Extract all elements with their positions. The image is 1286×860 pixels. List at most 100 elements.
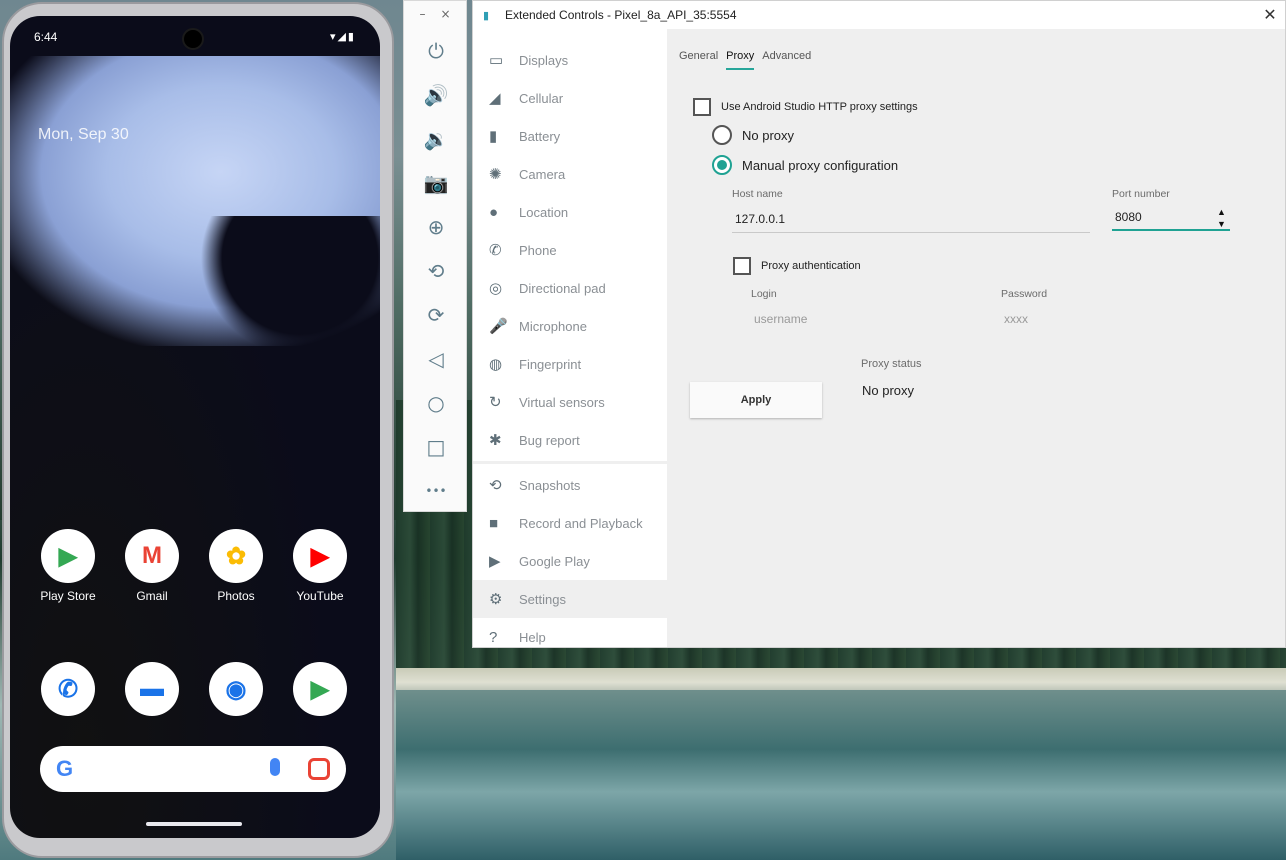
window-titlebar: ▮ Extended Controls - Pixel_8a_API_35:55…: [473, 1, 1285, 29]
app-phone[interactable]: ✆: [28, 662, 108, 722]
cellular-icon: ◢: [489, 90, 501, 107]
sidebar-item-help[interactable]: ? Help: [473, 618, 667, 656]
sidebar-item-fingerprint[interactable]: ◍ Fingerprint: [473, 345, 667, 383]
sidebar-item-microphone[interactable]: 🎤 Microphone: [473, 307, 667, 345]
tab-advanced[interactable]: Advanced: [762, 50, 811, 70]
no-proxy-label: No proxy: [742, 127, 795, 143]
toolbar-close-button[interactable]: ×: [440, 7, 450, 27]
login-label: Login: [751, 288, 777, 300]
wallpaper-shore: [396, 668, 1286, 692]
google-search-bar[interactable]: G: [40, 746, 346, 792]
chrome-icon: ◉: [209, 662, 263, 716]
sidebar-item-bug-report[interactable]: ✱ Bug report: [473, 421, 667, 459]
back-icon[interactable]: ◁: [404, 337, 468, 381]
rotate-left-icon[interactable]: ⟲: [404, 249, 468, 293]
sidebar-item-battery[interactable]: ▮ Battery: [473, 117, 667, 155]
phone-screen[interactable]: 6:44 ▾◢▮ Mon, Sep 30 ▶ Play Store M Gmail ✿ P…: [10, 16, 380, 838]
fingerprint-icon: ◍: [489, 356, 503, 373]
sidebar-item-label: Settings: [519, 591, 566, 607]
login-input[interactable]: username: [751, 307, 951, 333]
youtube-icon: ▶: [293, 529, 347, 583]
window-close-button[interactable]: ✕: [1255, 5, 1285, 25]
photos-icon: ✿: [209, 529, 263, 583]
snapshots-icon: ⟲: [489, 477, 502, 494]
port-stepper[interactable]: ▲ ▼: [1217, 206, 1226, 230]
help-icon: ?: [489, 628, 498, 646]
app-messages[interactable]: ▬: [112, 662, 192, 722]
app-youtube[interactable]: ▶ YouTube: [280, 529, 360, 603]
port-number-input[interactable]: 8080: [1112, 205, 1230, 231]
use-studio-proxy-checkbox[interactable]: [693, 98, 711, 116]
app-label: Photos: [217, 589, 255, 603]
sidebar-item-label: Fingerprint: [519, 356, 582, 372]
microphone-icon: 🎤: [489, 318, 508, 335]
battery-icon: ▮: [489, 128, 498, 145]
settings-tabs: General Proxy Advanced: [679, 50, 811, 70]
sidebar-item-label: Help: [519, 629, 546, 645]
sidebar-item-label: Directional pad: [519, 280, 606, 296]
play-store-icon: ▶: [41, 529, 95, 583]
password-input[interactable]: xxxx: [1001, 307, 1201, 333]
play-store-2-icon: ▶: [293, 662, 347, 716]
mic-icon[interactable]: [270, 758, 280, 776]
proxy-status-label: Proxy status: [861, 358, 922, 370]
overview-icon[interactable]: □: [404, 425, 468, 469]
sidebar-item-label: Displays: [519, 52, 569, 68]
phone-emulator: 6:44 ▾◢▮ Mon, Sep 30 ▶ Play Store M Gmail ✿ P…: [0, 0, 396, 860]
phone-icon: ✆: [489, 242, 502, 259]
power-icon[interactable]: ⏻: [404, 29, 468, 73]
sidebar-item-camera[interactable]: ✺ Camera: [473, 155, 667, 193]
app-gmail[interactable]: M Gmail: [112, 529, 192, 603]
volume-up-icon[interactable]: 🔊: [404, 73, 468, 117]
zoom-icon[interactable]: ⊕: [404, 205, 468, 249]
google-play-icon: ▶: [489, 553, 501, 570]
directional-pad-icon: ◎: [489, 280, 503, 297]
camera-icon[interactable]: 📷: [404, 161, 468, 205]
manual-proxy-label: Manual proxy configuration: [742, 157, 899, 173]
more-icon[interactable]: •••: [404, 469, 468, 513]
minimize-button[interactable]: –: [419, 7, 425, 27]
sidebar-item-virtual-sensors[interactable]: ↻ Virtual sensors: [473, 383, 667, 421]
tab-general[interactable]: General: [679, 50, 718, 70]
app-photos[interactable]: ✿ Photos: [196, 529, 276, 603]
displays-icon: ▭: [489, 52, 504, 69]
sidebar-item-label: Record and Playback: [519, 515, 643, 531]
app-play-store-2[interactable]: ▶: [280, 662, 360, 722]
messages-icon: ▬: [125, 662, 179, 716]
wallpaper-shadow: [200, 216, 380, 356]
window-title: Extended Controls - Pixel_8a_API_35:5554: [505, 8, 737, 22]
emulator-toolbar: – × ⏻ 🔊 🔉 📷 ⊕ ⟲ ⟳ ◁ ○ □ •••: [403, 0, 467, 512]
apply-button[interactable]: Apply: [690, 382, 822, 418]
phone-icon: ✆: [41, 662, 95, 716]
front-camera: [182, 28, 204, 50]
no-proxy-radio[interactable]: [712, 125, 732, 145]
host-name-input[interactable]: 127.0.0.1: [732, 207, 1090, 233]
app-play-store[interactable]: ▶ Play Store: [28, 529, 108, 603]
settings-panel: General Proxy Advanced Use Android Studi…: [667, 29, 1285, 647]
gesture-bar[interactable]: [146, 822, 242, 826]
sidebar-item-directional-pad[interactable]: ◎ Directional pad: [473, 269, 667, 307]
sidebar-item-record-and-playback[interactable]: ■ Record and Playback: [473, 504, 667, 542]
sidebar-item-phone[interactable]: ✆ Phone: [473, 231, 667, 269]
proxy-auth-checkbox[interactable]: [733, 257, 751, 275]
use-studio-proxy-label: Use Android Studio HTTP proxy settings: [721, 101, 918, 113]
volume-down-icon[interactable]: 🔉: [404, 117, 468, 161]
sidebar-item-google-play[interactable]: ▶ Google Play: [473, 542, 667, 580]
tab-proxy[interactable]: Proxy: [726, 50, 755, 70]
manual-proxy-radio[interactable]: [712, 155, 732, 175]
location-icon: ●: [489, 203, 499, 221]
home-icon[interactable]: ○: [404, 381, 468, 425]
sidebar-item-cellular[interactable]: ◢ Cellular: [473, 79, 667, 117]
sidebar-item-settings[interactable]: ⚙ Settings: [473, 580, 667, 618]
app-chrome[interactable]: ◉: [196, 662, 276, 722]
gmail-icon: M: [125, 529, 179, 583]
rotate-right-icon[interactable]: ⟳: [404, 293, 468, 337]
password-label: Password: [1001, 288, 1048, 300]
sidebar-item-label: Bug report: [519, 432, 580, 448]
virtual-sensors-icon: ↻: [489, 394, 502, 411]
sidebar-item-location[interactable]: ● Location: [473, 193, 667, 231]
sidebar-item-displays[interactable]: ▭ Displays: [473, 41, 667, 79]
sidebar-item-label: Snapshots: [519, 477, 581, 493]
lens-icon[interactable]: [308, 758, 330, 780]
sidebar-item-snapshots[interactable]: ⟲ Snapshots: [473, 466, 667, 504]
